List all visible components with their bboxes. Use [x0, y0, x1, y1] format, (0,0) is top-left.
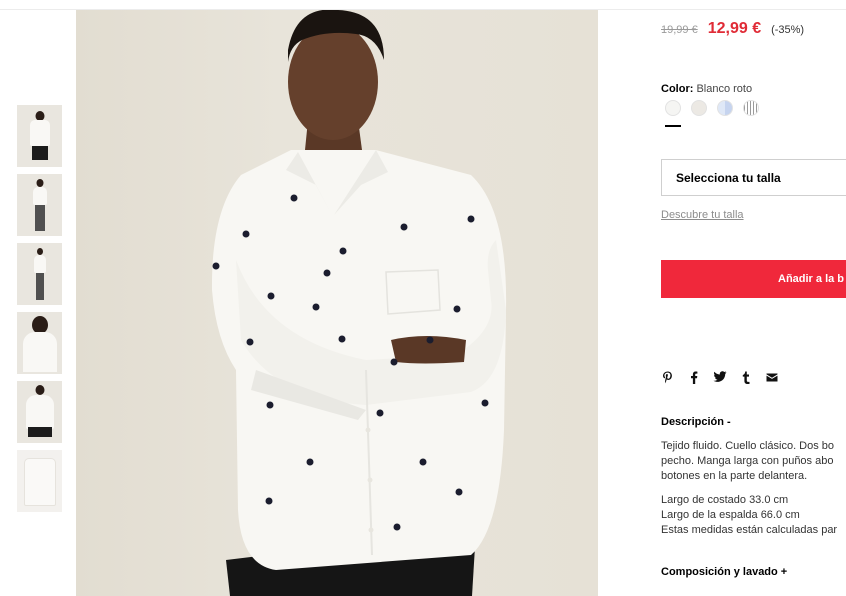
description-line: botones en la parte delantera.	[661, 470, 808, 482]
email-icon[interactable]	[765, 370, 779, 384]
composition-heading[interactable]: Composición y lavado +	[661, 566, 787, 578]
color-swatches	[665, 100, 759, 116]
measure-line: Estas medidas están calculadas par	[661, 524, 838, 536]
add-to-bag-button[interactable]: Añadir a la b	[661, 260, 846, 298]
color-value: Blanco roto	[696, 83, 753, 95]
size-guide-link[interactable]: Descubre tu talla	[661, 209, 744, 221]
swatch-stripes[interactable]	[743, 100, 759, 116]
add-to-bag-label: Añadir a la b	[778, 273, 845, 285]
discount-badge: (-35%)	[771, 24, 805, 36]
pinterest-icon[interactable]	[661, 370, 675, 384]
size-select[interactable]: Selecciona tu talla	[661, 159, 846, 196]
thumbnail-4[interactable]	[17, 312, 62, 374]
thumbnail-5[interactable]	[17, 381, 62, 443]
description-line: Tejido fluido. Cuello clásico. Dos bo	[661, 440, 835, 452]
selected-swatch-indicator	[665, 125, 681, 127]
description-heading[interactable]: Descripción -	[661, 416, 731, 428]
description-body: Tejido fluido. Cuello clásico. Dos bo pe…	[661, 439, 846, 538]
measure-line: Largo de costado 33.0 cm	[661, 494, 789, 506]
color-label: Color:	[661, 83, 694, 95]
color-info: Color: Blanco roto	[661, 83, 752, 95]
twitter-icon[interactable]	[713, 370, 727, 384]
thumbnail-3[interactable]	[17, 243, 62, 305]
swatch-ecru[interactable]	[691, 100, 707, 116]
swatch-off-white[interactable]	[665, 100, 681, 116]
price-row: 19,99 € 12,99 € (-35%)	[661, 20, 804, 38]
sale-price: 12,99 €	[707, 20, 762, 37]
thumbnail-list	[17, 105, 62, 519]
thumbnail-2[interactable]	[17, 174, 62, 236]
thumbnail-6[interactable]	[17, 450, 62, 512]
model-illustration	[211, 10, 507, 596]
thumbnail-1[interactable]	[17, 105, 62, 167]
main-product-image[interactable]	[76, 10, 598, 596]
description-line: pecho. Manga larga con puños abo	[661, 455, 834, 467]
old-price: 19,99 €	[661, 24, 698, 36]
share-icons	[661, 370, 779, 384]
facebook-icon[interactable]	[687, 370, 701, 384]
measure-line: Largo de la espalda 66.0 cm	[661, 509, 800, 521]
tumblr-icon[interactable]	[739, 370, 753, 384]
swatch-light-blue[interactable]	[717, 100, 733, 116]
